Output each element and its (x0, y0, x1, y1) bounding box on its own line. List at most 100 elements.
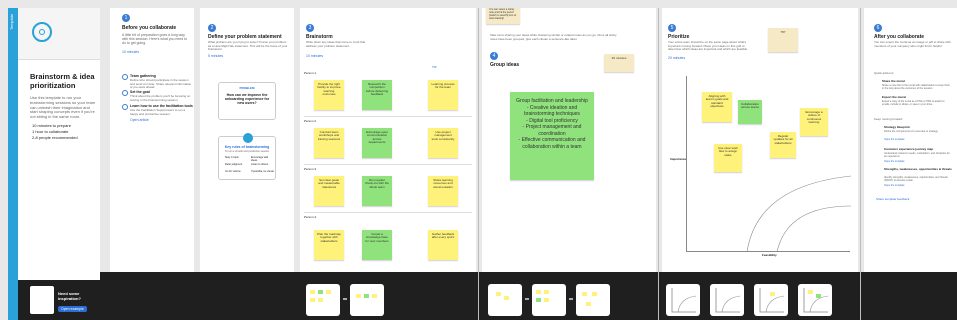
preview-strip (100, 272, 864, 320)
rules-icon (243, 133, 253, 143)
define-body: What problem are you trying to solve? Fr… (208, 40, 288, 52)
sticky-note[interactable]: Encourage open communication across depa… (362, 128, 392, 158)
intro-meta-people: 2-8 people recommended (32, 135, 78, 140)
strategy-link[interactable]: Open the template (884, 138, 905, 141)
share-feedback-link[interactable]: Share template feedback (876, 197, 909, 202)
sticky-note[interactable]: Use clear work flow to assign tasks (714, 144, 742, 172)
brainstorm-frame: 3 Brainstorm Write down any ideas that c… (300, 8, 476, 272)
group-title: Group ideas (490, 62, 520, 68)
step-a-text: Define who should participate in the ses… (130, 78, 192, 90)
mural-board[interactable]: Template Brainstorm & idea prioritizatio… (0, 0, 957, 320)
prioritize-thumbnail[interactable] (666, 284, 700, 316)
cluster-note[interactable]: Group facilitation and leadership - Crea… (510, 92, 594, 180)
person-4-label: Person 4 (304, 215, 317, 219)
step-b-text: Think about the problem you'll be focusi… (130, 94, 191, 102)
sticky-note[interactable]: Plan the roadmap together with stakehold… (314, 230, 344, 260)
intro-body: Use this template to run your brainstorm… (30, 95, 96, 120)
sticky-note[interactable]: Regular updates for all stakeholders (770, 132, 796, 158)
arrow-icon (343, 298, 347, 300)
step-number: 6 (874, 24, 882, 32)
open-example-button[interactable]: Open example (58, 306, 87, 312)
brainstorm-rules-card: Key rules of brainstorming To run a smoo… (218, 133, 276, 180)
group-thumbnail[interactable] (576, 284, 610, 316)
step-b-icon (122, 90, 128, 96)
swot-text: Identify strengths, weaknesses, opportun… (884, 176, 948, 182)
divider (304, 212, 472, 213)
inspiration-callout[interactable]: Need some inspiration? Open example (18, 280, 100, 320)
step-number: 5 (668, 24, 676, 32)
sticky-note[interactable]: Run regular check-ins with the whole tea… (362, 176, 392, 206)
step-number: 2 (208, 24, 216, 32)
export-mural-text: Export a copy of the mural as a PNG or P… (882, 100, 945, 106)
sticky-note[interactable]: Learning process for the team (428, 80, 458, 110)
arrow-icon (569, 298, 573, 300)
before-body: A little bit of preparation goes a long … (122, 33, 188, 46)
strategy-text: Define the components of a new idea or s… (884, 130, 939, 133)
sticky-note[interactable]: Use project management tools consistentl… (428, 128, 458, 158)
prioritize-thumbnail[interactable] (710, 284, 744, 316)
step-number: 4 (490, 52, 498, 60)
prioritize-body: Your entire team should be on the same p… (668, 40, 748, 52)
problem-card-text: How can we improve the onboarding experi… (224, 93, 270, 106)
person-1-label: Person 1 (304, 71, 317, 75)
rule-item: If possible, be visual. (251, 170, 275, 173)
share-mural-text: Share a view link to the mural with stak… (882, 84, 950, 90)
sticky-note[interactable]: Aligning with team's goals and standard … (702, 92, 732, 122)
sticky-note[interactable]: Collaboration across teams (738, 100, 762, 124)
rule-item: Listen to others. (251, 163, 269, 166)
sticky-note[interactable]: Create a knowledge base for new members (362, 230, 392, 260)
swot-link[interactable]: Open the template (884, 184, 905, 187)
brainstorm-thumbnail[interactable] (306, 284, 340, 316)
before-time: 10 minutes (122, 50, 140, 54)
prioritize-thumbnail[interactable] (754, 284, 788, 316)
template-label: Template (9, 13, 14, 30)
intro-title: Brainstorm & idea prioritization (30, 72, 95, 90)
sticky-note[interactable]: Conduct team workshops and training sess… (314, 128, 344, 158)
sticky-note[interactable]: Gather feedback after every sprint (428, 230, 458, 260)
footer-strip (864, 272, 957, 320)
brainstorm-body: Write down any ideas that come to mind t… (306, 40, 366, 48)
instruction-note: 20 minutes (604, 54, 634, 72)
after-frame: 6 After you collaborate You can export t… (864, 8, 957, 320)
group-thumbnail[interactable] (488, 284, 522, 316)
rule-item: Encourage wild ideas. (251, 156, 269, 162)
person-3-label: Person 3 (304, 167, 317, 171)
rules-title: Key rules of brainstorming (224, 145, 270, 149)
frame-divider (658, 8, 659, 320)
sticky-note[interactable]: Share learning resources and documentati… (428, 176, 458, 206)
keep-moving-title: Keep moving forward (874, 117, 903, 121)
tip-note: You can select a sticky note and hit the… (486, 8, 520, 24)
step-number: 1 (122, 14, 130, 22)
divider (304, 116, 472, 117)
rule-item: Stay in topic. (225, 156, 240, 159)
step-c-text: Use the Facilitation Superpowers to run … (130, 108, 186, 116)
frame-divider (860, 8, 861, 320)
brainstorm-thumbnail[interactable] (350, 284, 384, 316)
prioritize-thumbnail[interactable] (798, 284, 832, 316)
quick-addons-title: Quick add-ons (874, 71, 894, 75)
journey-link[interactable]: Open the template (884, 160, 905, 163)
open-article-link[interactable]: Open article (130, 118, 149, 122)
person-2-label: Person 2 (304, 119, 317, 123)
sticky-note[interactable]: Set clear goals and measurable milestone… (314, 176, 344, 206)
problem-statement-card[interactable]: PROBLEM How can we improve the onboardin… (218, 82, 276, 120)
step-a-icon (122, 74, 128, 80)
tip-label: TIP (432, 65, 437, 69)
problem-card-label: PROBLEM (239, 86, 255, 90)
prioritize-time: 20 minutes (668, 56, 686, 60)
feasibility-axis-label: Feasibility (762, 253, 777, 257)
sticky-note[interactable]: Encourage a culture of continuous learni… (800, 108, 828, 136)
divider (304, 164, 472, 165)
sticky-note[interactable]: Research the competition before deliveri… (362, 80, 392, 110)
journey-text: Understand customer needs, motivations, … (884, 152, 950, 158)
template-sidebar: Template (8, 8, 18, 320)
step-c-icon (122, 104, 128, 110)
rules-subtitle: To run a smooth and productive session (224, 150, 270, 153)
after-body: You can export the mural as an image or … (874, 40, 951, 48)
step-number: 3 (306, 24, 314, 32)
intro-header (18, 8, 100, 60)
sticky-note[interactable]: Provide the right facility to improve le… (314, 80, 344, 110)
group-thumbnail[interactable] (532, 284, 566, 316)
define-time: 5 minutes (208, 54, 224, 58)
before-frame: 1 Before you collaborate A little bit of… (110, 8, 194, 272)
